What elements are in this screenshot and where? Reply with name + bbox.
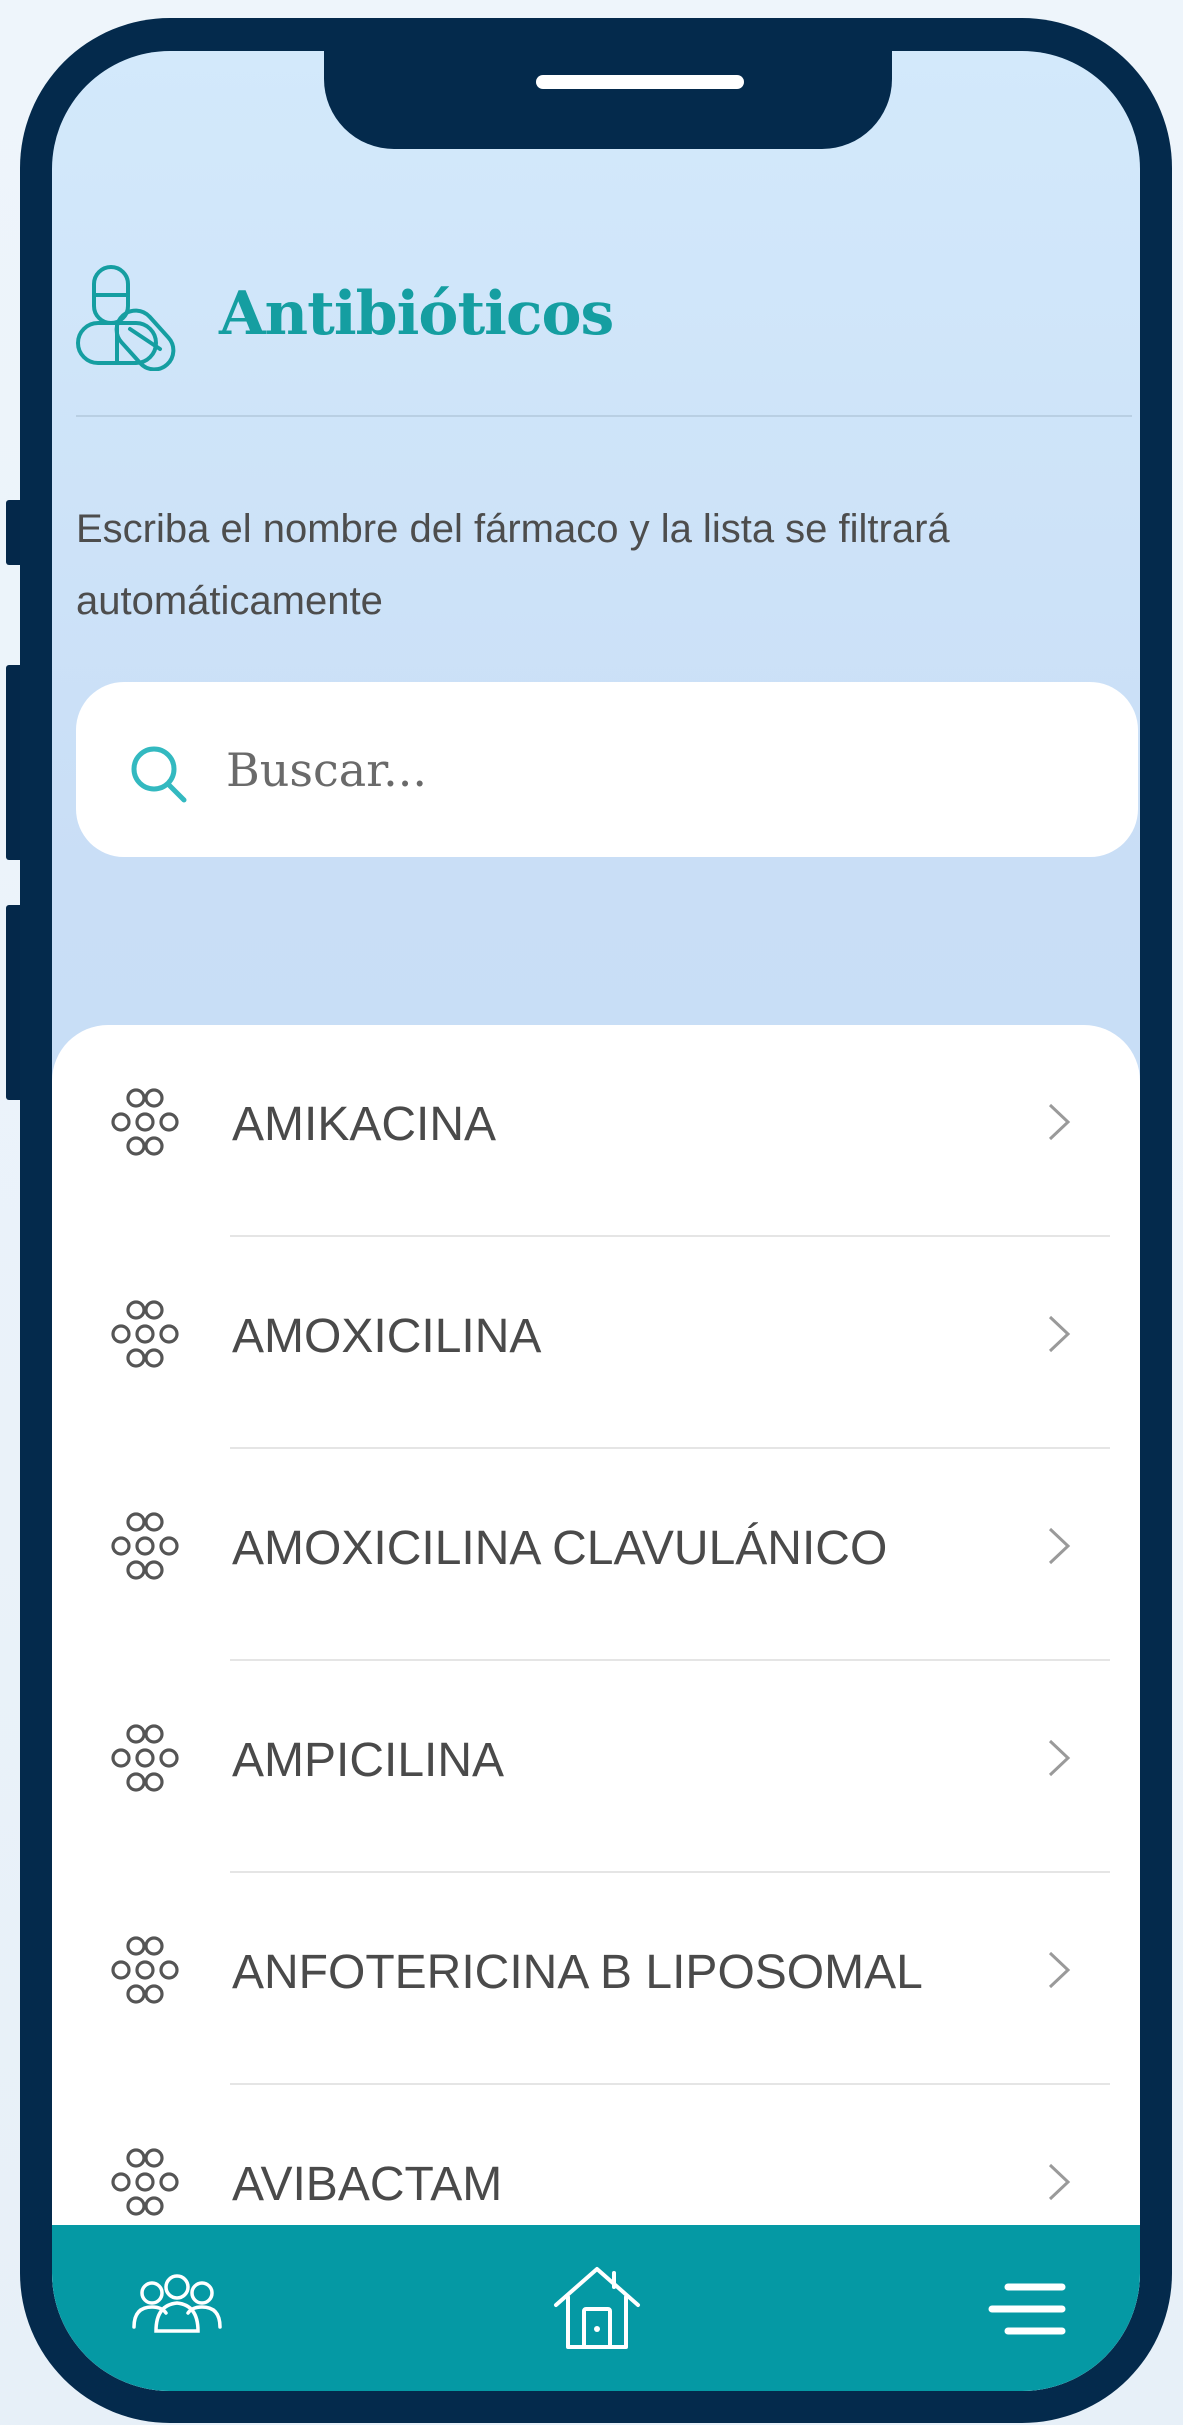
drug-list-item[interactable]: AMIKACINA — [52, 1025, 1140, 1237]
drug-list-item[interactable]: AMOXICILINA — [52, 1237, 1140, 1449]
molecule-icon — [111, 1088, 179, 1156]
search-box[interactable] — [76, 682, 1138, 857]
drug-name: ANFOTERICINA B LIPOSOMAL — [232, 1946, 923, 1999]
bottom-nav — [52, 2225, 1140, 2391]
search-icon — [131, 746, 187, 803]
speaker-bar — [536, 75, 744, 89]
drug-list-item[interactable]: AMOXICILINA CLAVULÁNICO — [52, 1449, 1140, 1661]
molecule-icon — [111, 1300, 179, 1368]
molecule-icon — [111, 1724, 179, 1792]
drug-list-item[interactable]: AMPICILINA — [52, 1661, 1140, 1873]
phone-frame: Antibióticos Escriba el nombre del fárma… — [20, 18, 1172, 2423]
drug-name: AVIBACTAM — [232, 2158, 503, 2211]
chevron-right-icon — [1048, 2163, 1071, 2201]
molecule-icon — [111, 1936, 179, 2004]
drug-list-item[interactable]: ANFOTERICINA B LIPOSOMAL — [52, 1873, 1140, 2085]
chevron-right-icon — [1048, 1951, 1071, 1989]
menu-icon[interactable] — [972, 2253, 1082, 2363]
header-divider — [76, 415, 1132, 417]
chevron-right-icon — [1048, 1739, 1071, 1777]
molecule-icon — [111, 2148, 179, 2216]
drug-name: AMIKACINA — [232, 1098, 497, 1151]
home-icon[interactable] — [542, 2253, 652, 2363]
drug-name: AMOXICILINA CLAVULÁNICO — [232, 1522, 888, 1575]
chevron-right-icon — [1048, 1103, 1071, 1141]
drug-name: AMOXICILINA — [232, 1310, 542, 1363]
chevron-right-icon — [1048, 1315, 1071, 1353]
drug-list: AMIKACINA AMOXICILINA AMOXICILINA CLAVUL… — [52, 1025, 1140, 2391]
page-title: Antibióticos — [219, 279, 614, 349]
pills-icon — [76, 265, 176, 371]
instructions-text: Escriba el nombre del fármaco y la lista… — [76, 507, 950, 623]
phone-notch — [324, 51, 892, 149]
search-input[interactable] — [226, 730, 1086, 810]
drug-name: AMPICILINA — [232, 1734, 505, 1787]
users-icon[interactable] — [122, 2253, 232, 2363]
chevron-right-icon — [1048, 1527, 1071, 1565]
app-screen: Antibióticos Escriba el nombre del fárma… — [52, 51, 1140, 2391]
molecule-icon — [111, 1512, 179, 1580]
